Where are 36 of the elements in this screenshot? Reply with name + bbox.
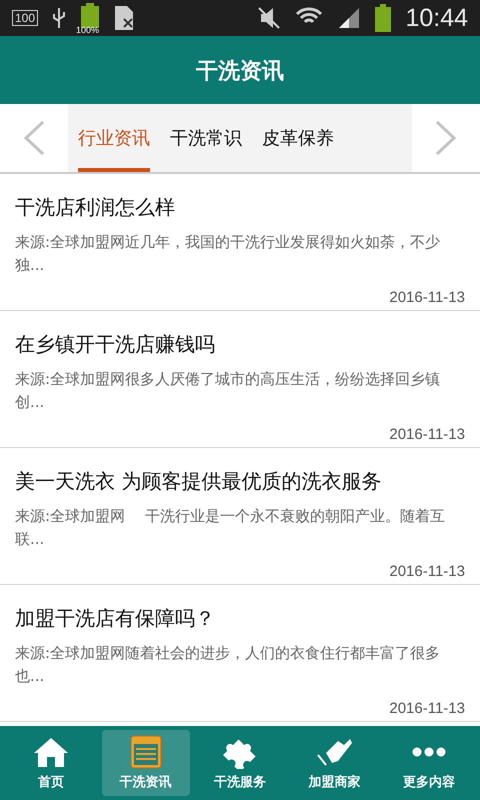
sim-card-icon [114, 5, 134, 31]
article-summary: 来源:全球加盟网近几年，我国的干洗行业发展得如火如荼，不少独... [15, 232, 442, 276]
article-item[interactable]: 美一天洗衣 为顾客提供最优质的洗衣服务 来源:全球加盟网 干洗行业是一个永不衰败的朝阳产业。随着互联... 2016-11-13 [0, 448, 480, 585]
mute-icon [257, 6, 282, 30]
nav-item[interactable]: 干洗资讯 [102, 730, 190, 796]
article-item[interactable]: 在乡镇开干洗店赚钱吗 来源:全球加盟网很多人厌倦了城市的高压生活，纷纷选择回乡镇创... 2016-11-13 [0, 311, 480, 448]
article-item[interactable]: 加盟干洗店有保障吗？ 来源:全球加盟网随着社会的进步，人们的衣食住行都丰富了很多也... 2016-11-13 [0, 585, 480, 722]
article-title: 加盟干洗店有保障吗？ [15, 605, 216, 632]
article-date: 2016-11-13 [389, 563, 465, 580]
nav-item[interactable]: 首页 [7, 730, 96, 796]
article-summary: 来源:全球加盟网很多人厌倦了城市的高压生活，纷纷选择回乡镇创... [15, 369, 442, 413]
nav-item[interactable]: 干洗服务 [196, 730, 284, 796]
chevron-left-icon[interactable] [23, 120, 45, 156]
category-tab[interactable]: 皮革保养 [262, 104, 334, 172]
article-title: 美一天洗衣 为顾客提供最优质的洗衣服务 [15, 468, 382, 495]
nav-item[interactable]: 加盟商家 [290, 730, 378, 796]
more-icon [412, 747, 446, 757]
chevron-right-icon[interactable] [435, 120, 457, 156]
category-tab[interactable]: 行业资讯 [78, 104, 150, 172]
article-title: 在乡镇开干洗店赚钱吗 [15, 331, 216, 358]
page-title: 干洗资讯 [196, 58, 284, 86]
signal-icon [337, 6, 362, 30]
usb-icon [52, 6, 66, 30]
battery-icon [375, 4, 392, 32]
article-summary: 来源:全球加盟网随着社会的进步，人们的衣食住行都丰富了很多也... [15, 643, 442, 687]
article-date: 2016-11-13 [389, 289, 465, 306]
clock-time: 10:44 [405, 4, 468, 32]
category-tab[interactable]: 干洗常识 [170, 104, 242, 172]
notification-badge: 100 [12, 10, 38, 26]
article-date: 2016-11-13 [389, 700, 465, 717]
article-item[interactable]: 干洗店利润怎么样 来源:全球加盟网近几年，我国的干洗行业发展得如火如荼，不少独... 2016-11-13 [0, 174, 480, 311]
nav-item[interactable]: 更多内容 [384, 730, 473, 796]
article-date: 2016-11-13 [389, 426, 465, 443]
article-title: 干洗店利润怎么样 [15, 194, 176, 221]
article-summary: 来源:全球加盟网 干洗行业是一个永不衰败的朝阳产业。随着互联... [15, 506, 446, 550]
battery-percent: 100% [76, 25, 100, 35]
